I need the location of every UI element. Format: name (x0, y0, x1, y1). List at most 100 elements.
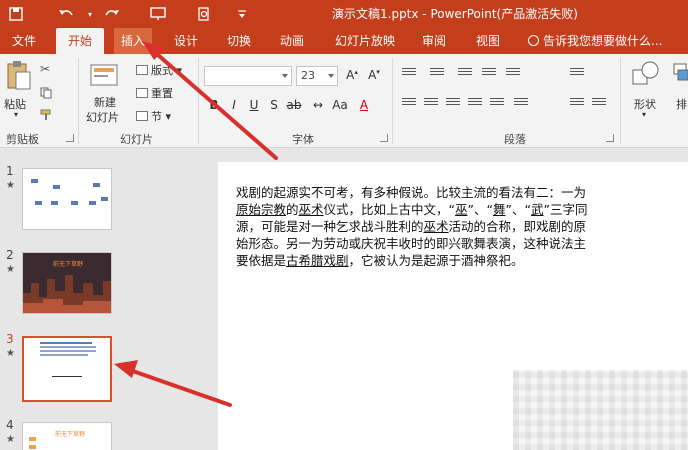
ribbon-tabs: 文件 开始 插入 设计 切换 动画 幻灯片放映 审阅 视图 告诉我您想要做什么.… (0, 28, 688, 54)
tab-slideshow[interactable]: 幻灯片放映 (332, 28, 398, 54)
tab-insert[interactable]: 插入 (114, 28, 152, 54)
reset-button[interactable]: 重置 (136, 85, 173, 101)
thumb-rule (52, 376, 82, 377)
tab-design[interactable]: 设计 (170, 28, 202, 54)
underline-icon[interactable]: U (246, 98, 262, 112)
pixelated-watermark (513, 370, 688, 450)
text-run: 原始宗教 (236, 202, 287, 217)
text-run: 古希腊戏剧 (286, 253, 349, 268)
clipboard-launcher-icon[interactable] (66, 134, 74, 142)
thumb-title: 前无下草野 (55, 431, 86, 438)
print-preview-icon[interactable] (194, 4, 214, 24)
slide-thumbnail-2[interactable]: 前无下草野 (22, 252, 112, 314)
text-run: 的 (286, 202, 299, 217)
smartart-icon[interactable] (592, 98, 606, 109)
save-icon[interactable] (6, 4, 26, 24)
new-slide-label-2: 幻灯片 (86, 111, 119, 124)
tab-review[interactable]: 审阅 (418, 28, 450, 54)
slide-number: 3 (6, 332, 14, 346)
shapes-button[interactable]: 形状 ▾ (628, 60, 664, 120)
customize-toolbar-icon[interactable] (232, 4, 252, 24)
italic-icon[interactable]: I (226, 98, 242, 112)
thumb-shape (89, 201, 96, 205)
layout-button[interactable]: 版式 ▾ (136, 62, 182, 78)
paste-button[interactable]: 粘贴 ▾ (4, 60, 34, 119)
increase-indent-icon[interactable] (482, 68, 496, 79)
arrange-icon (673, 63, 688, 81)
font-size-box[interactable]: 23 (296, 66, 338, 86)
tab-animations[interactable]: 动画 (276, 28, 308, 54)
tab-home[interactable]: 开始 (56, 28, 104, 54)
slide-thumbnail-3[interactable] (22, 336, 112, 402)
group-separator (392, 58, 393, 144)
font-group-label: 字体 (292, 133, 314, 146)
tab-transitions[interactable]: 切换 (223, 28, 255, 54)
format-painter-icon[interactable] (40, 106, 52, 125)
text-run: ，它被认为是起源于酒神祭祀。 (348, 253, 524, 268)
reset-label: 重置 (151, 87, 173, 100)
thumb-shape (51, 201, 58, 205)
clipboard-group-label: 剪贴板 (6, 133, 39, 146)
text-run: 巫术 (298, 202, 324, 217)
font-color-icon[interactable]: A (356, 98, 372, 112)
distributed-icon[interactable] (490, 98, 504, 109)
text-run: 巫术 (423, 219, 449, 234)
slide-thumbnail-1[interactable] (22, 168, 112, 230)
bullets-icon[interactable] (402, 68, 416, 79)
chevron-down-icon (328, 74, 334, 78)
slide-number: 1 (6, 164, 14, 178)
justify-icon[interactable] (468, 98, 482, 109)
strikethrough-icon[interactable]: ab (286, 98, 302, 112)
paragraph-launcher-icon[interactable] (606, 134, 614, 142)
text-run: 武 (530, 202, 544, 217)
new-slide-button[interactable]: 新建 幻灯片 (84, 60, 126, 124)
animation-star-icon: ★ (6, 264, 15, 275)
thumb-shape (29, 445, 36, 449)
align-right-icon[interactable] (446, 98, 460, 109)
change-case-icon[interactable]: Aa (332, 98, 348, 112)
shapes-dropdown-icon[interactable]: ▾ (642, 110, 646, 119)
align-center-icon[interactable] (424, 98, 438, 109)
group-separator (620, 58, 621, 144)
char-spacing-icon[interactable]: ↔ (310, 98, 326, 112)
slide-thumbnail-4[interactable]: 前无下草野 (22, 422, 112, 450)
cut-icon[interactable]: ✂ (40, 62, 50, 76)
thumb-shape (35, 201, 42, 205)
numbering-icon[interactable] (430, 68, 444, 79)
paste-icon (7, 61, 31, 90)
paste-dropdown-icon[interactable]: ▾ (14, 110, 18, 119)
animation-star-icon: ★ (6, 434, 15, 445)
text-direction-icon[interactable] (570, 68, 584, 79)
line-spacing-icon[interactable] (506, 68, 520, 79)
section-button[interactable]: 节 ▾ (136, 108, 171, 124)
copy-icon[interactable] (40, 84, 52, 103)
section-icon (136, 111, 148, 121)
bold-icon[interactable]: B (206, 98, 222, 112)
align-left-icon[interactable] (402, 98, 416, 109)
slide-body-text[interactable]: 戏剧的起源实不可考，有多种假说。比较主流的看法有二：一为原始宗教的巫术仪式，比如… (236, 184, 596, 269)
presentation-icon[interactable] (148, 4, 168, 24)
tell-me-text: 告诉我您想要做什么... (543, 34, 663, 48)
tell-me-search[interactable]: 告诉我您想要做什么... (528, 28, 662, 54)
align-text-icon[interactable] (570, 98, 584, 109)
font-name-box[interactable] (204, 66, 292, 86)
shrink-font-icon[interactable]: A▾ (366, 68, 382, 82)
thumb-text-line (40, 342, 92, 344)
decrease-indent-icon[interactable] (458, 68, 472, 79)
undo-icon[interactable] (56, 4, 76, 24)
group-separator (198, 58, 199, 144)
tab-view[interactable]: 视图 (472, 28, 504, 54)
arrange-button[interactable]: 排 (672, 60, 688, 120)
tab-file[interactable]: 文件 (10, 28, 38, 54)
font-launcher-icon[interactable] (380, 134, 388, 142)
group-separator (78, 58, 79, 144)
undo-dropdown-icon[interactable]: ▾ (80, 4, 100, 24)
columns-icon[interactable] (514, 98, 528, 109)
thumb-text-line (40, 354, 88, 356)
grow-font-icon[interactable]: A▴ (344, 68, 360, 82)
slide-number: 2 (6, 248, 14, 262)
shadow-icon[interactable]: S (266, 98, 282, 112)
text-run: ”、“ (467, 202, 493, 217)
section-label: 节 (151, 110, 162, 123)
redo-icon[interactable] (102, 4, 122, 24)
